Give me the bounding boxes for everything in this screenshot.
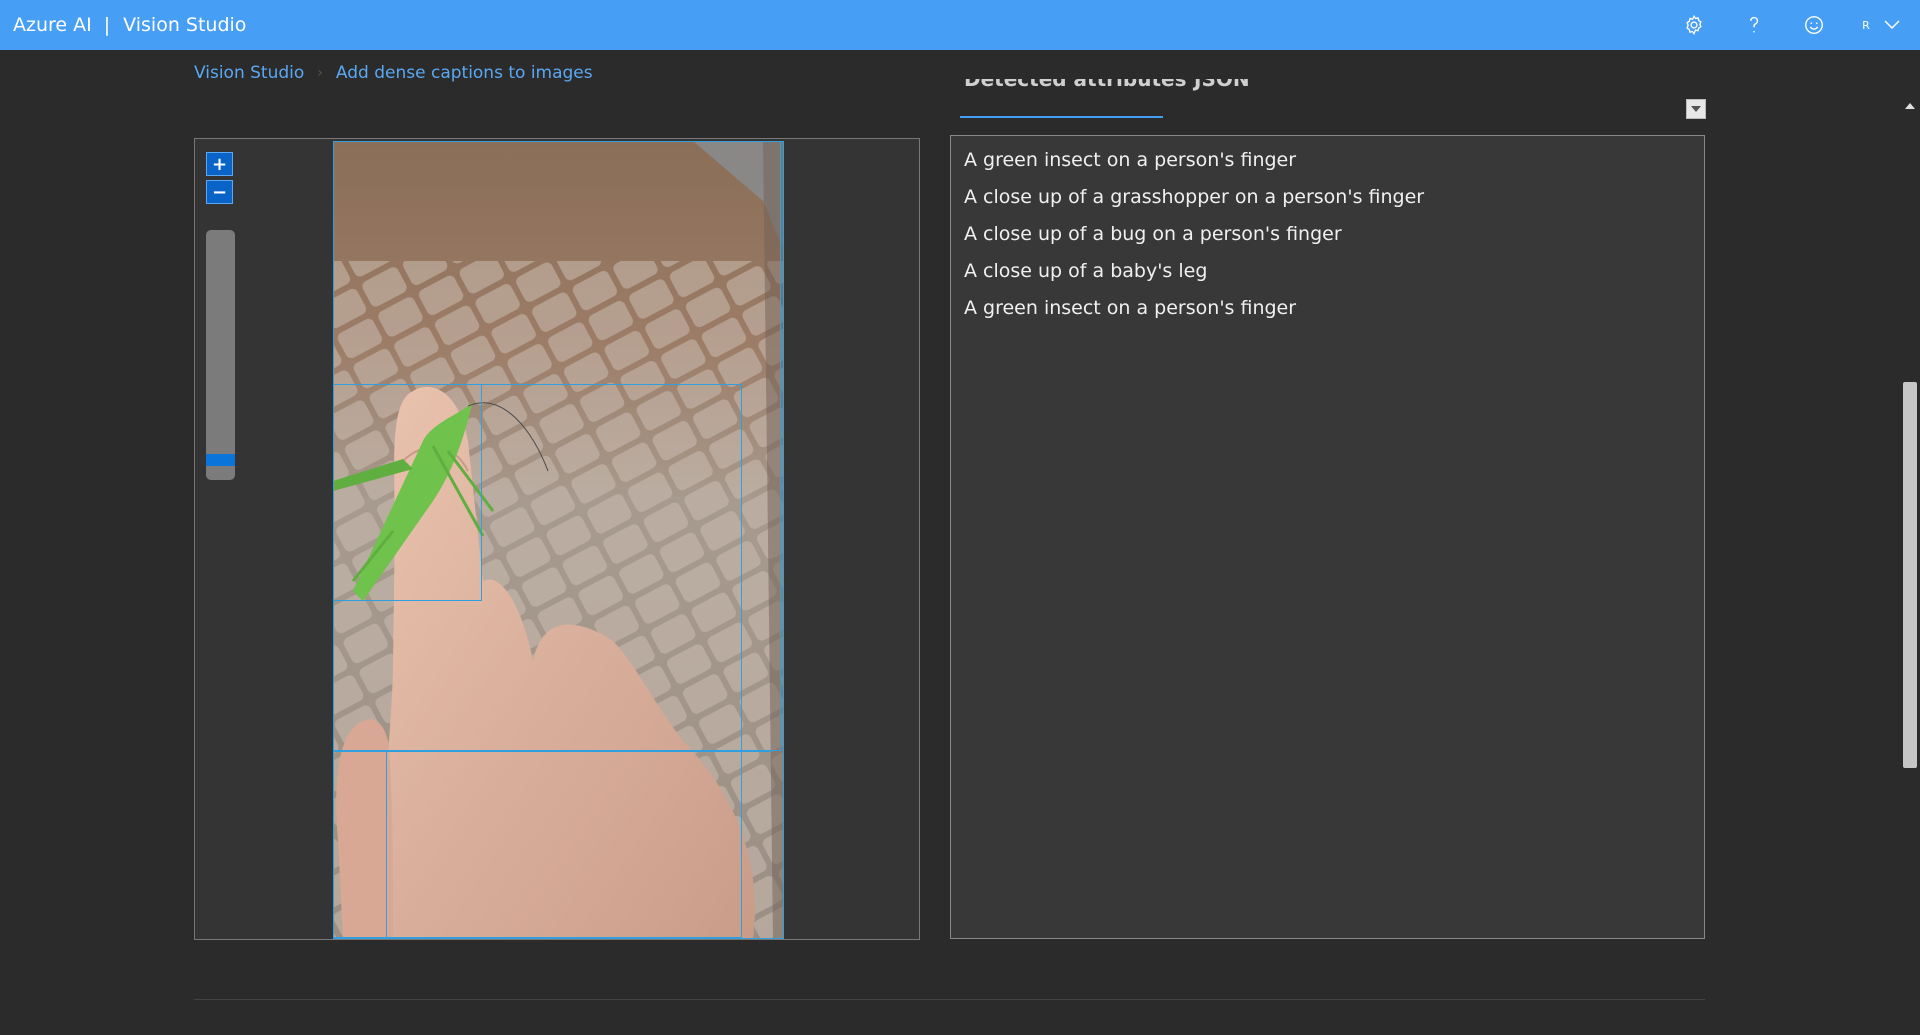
header-actions: R bbox=[1664, 0, 1920, 50]
bounding-box[interactable] bbox=[333, 751, 771, 753]
breadcrumb-current-link[interactable]: Add dense captions to images bbox=[336, 63, 593, 83]
zoom-slider[interactable] bbox=[206, 230, 235, 480]
scroll-up-arrow-icon[interactable] bbox=[1900, 96, 1920, 116]
settings-icon[interactable] bbox=[1664, 0, 1724, 50]
chevron-down-icon bbox=[1884, 20, 1900, 30]
zoom-out-button[interactable]: − bbox=[206, 180, 233, 204]
scrollbar-thumb[interactable] bbox=[1903, 382, 1917, 768]
brand-separator: | bbox=[103, 14, 111, 36]
breadcrumb-chevron-icon: › bbox=[317, 65, 323, 81]
caption-item[interactable]: A close up of a baby's leg bbox=[951, 253, 1704, 290]
user-initial: R bbox=[1862, 18, 1870, 32]
page-scrollbar[interactable] bbox=[1900, 96, 1920, 1035]
active-tab-indicator bbox=[960, 116, 1163, 118]
result-tabs: Detected attributes JSON bbox=[960, 79, 1720, 119]
tab-json[interactable]: JSON bbox=[1194, 79, 1250, 91]
tab-detected-attributes[interactable]: Detected attributes bbox=[964, 79, 1186, 91]
brand[interactable]: Azure AI | Vision Studio bbox=[13, 14, 246, 36]
breadcrumb-home-link[interactable]: Vision Studio bbox=[194, 63, 304, 83]
zoom-slider-thumb[interactable] bbox=[206, 454, 235, 466]
image-viewer[interactable]: + − bbox=[194, 138, 920, 940]
section-divider bbox=[194, 999, 1705, 1000]
brand-name: Azure AI bbox=[13, 14, 92, 36]
bounding-box[interactable] bbox=[333, 751, 387, 939]
caption-item[interactable]: A close up of a bug on a person's finger bbox=[951, 216, 1704, 253]
feedback-smiley-icon[interactable] bbox=[1784, 0, 1844, 50]
results-dropdown-button[interactable] bbox=[1686, 99, 1706, 119]
breadcrumb: Vision Studio › Add dense captions to im… bbox=[194, 63, 593, 83]
zoom-in-button[interactable]: + bbox=[206, 152, 233, 176]
bounding-box[interactable] bbox=[333, 141, 781, 751]
caret-down-icon bbox=[1691, 106, 1701, 112]
caption-item[interactable]: A close up of a grasshopper on a person'… bbox=[951, 179, 1704, 216]
caption-item[interactable]: A green insect on a person's finger bbox=[951, 290, 1704, 327]
caption-item[interactable]: A green insect on a person's finger bbox=[951, 142, 1704, 179]
account-menu[interactable]: R bbox=[1844, 19, 1920, 32]
product-name: Vision Studio bbox=[123, 14, 247, 36]
captions-list: A green insect on a person's finger A cl… bbox=[950, 135, 1705, 939]
analyzed-image bbox=[333, 141, 784, 939]
help-icon[interactable] bbox=[1724, 0, 1784, 50]
top-bar: Azure AI | Vision Studio R bbox=[0, 0, 1920, 50]
